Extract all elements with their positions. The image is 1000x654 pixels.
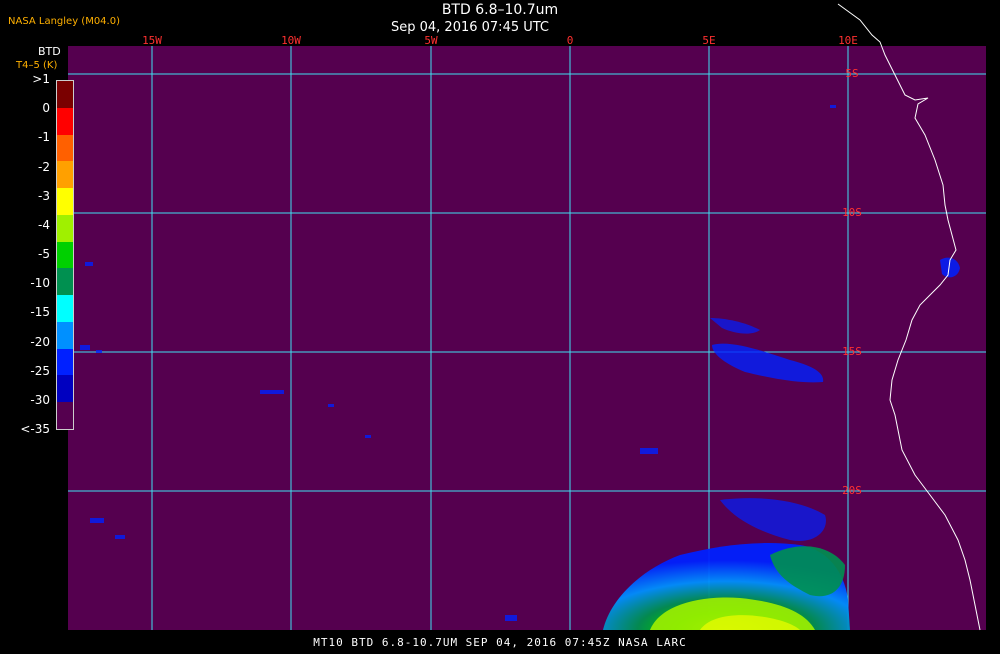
latitude-label: 5S [845, 67, 858, 80]
color-scale-labels: >1 0 -1 -2 -3 -4 -5 -10 -15 -20 -25 -30 <-35 [14, 72, 54, 436]
latitude-label: 20S [842, 484, 862, 497]
map-canvas: 15W 10W 5W 0 5E 10E 5S 10S 15S 20S [68, 3, 986, 631]
legend-label: -10 [30, 276, 50, 291]
longitude-label: 15W [142, 34, 162, 47]
legend-label: -15 [30, 305, 50, 320]
legend-label: >1 [32, 72, 50, 86]
legend-label: -2 [38, 159, 50, 174]
longitude-label: 5W [424, 34, 438, 47]
legend-swatch [57, 134, 73, 162]
legend-label: -30 [30, 392, 50, 407]
legend-label: -3 [38, 188, 50, 203]
product-title: BTD 6.8–10.7um [441, 2, 559, 18]
legend-swatch [57, 348, 73, 376]
satellite-map: 15W 10W 5W 0 5E 10E 5S 10S 15S 20S [0, 0, 1000, 650]
legend-label: -1 [38, 130, 50, 145]
legend-swatch [57, 268, 73, 296]
legend-label: -25 [30, 363, 50, 378]
legend-swatch [57, 107, 73, 135]
longitude-labels: 15W 10W 5W 0 5E 10E [142, 34, 858, 47]
legend-swatch [57, 214, 73, 242]
legend-swatch [57, 321, 73, 349]
legend-swatch [57, 188, 73, 215]
legend-swatch [57, 241, 73, 269]
legend-swatch [57, 375, 73, 403]
longitude-label: 10E [838, 34, 858, 47]
legend-swatch [57, 161, 73, 189]
legend-label: -20 [30, 334, 50, 349]
legend-unit: T4–5 (K) [16, 60, 58, 71]
legend-swatch [57, 295, 73, 322]
longitude-label: 5E [702, 34, 715, 47]
product-timestamp: Sep 04, 2016 07:45 UTC [390, 20, 550, 35]
legend-label: -4 [38, 217, 50, 232]
legend-label: 0 [42, 101, 50, 116]
legend-label: -5 [38, 247, 50, 261]
latitude-label: 10S [842, 206, 862, 219]
legend-label: <-35 [20, 422, 50, 436]
color-scale-bar [56, 80, 74, 430]
latitude-label: 15S [842, 345, 862, 358]
legend-title: BTD [38, 45, 61, 58]
longitude-label: 0 [567, 34, 574, 47]
footer-caption: MT10 BTD 6.8-10.7UM SEP 04, 2016 07:45Z … [313, 636, 687, 649]
legend-swatch [57, 402, 73, 429]
legend-swatch [57, 81, 73, 108]
longitude-label: 10W [281, 34, 301, 47]
